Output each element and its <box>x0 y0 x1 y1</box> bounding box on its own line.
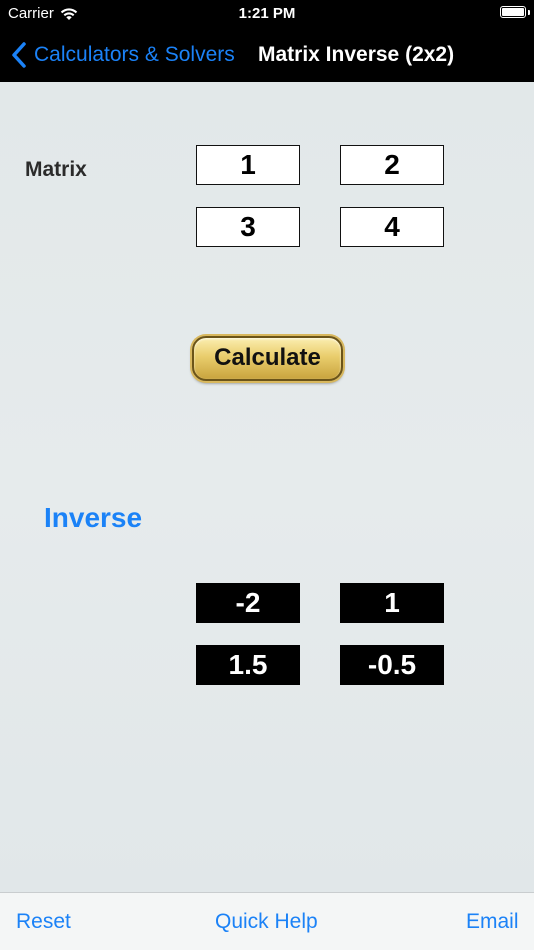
inverse-cell-b21: 1.5 <box>196 645 300 685</box>
back-button[interactable]: Calculators & Solvers <box>10 28 235 82</box>
battery-fill <box>502 8 524 16</box>
quick-help-button[interactable]: Quick Help <box>215 893 318 950</box>
status-bar: Carrier 1:21 PM <box>0 0 534 28</box>
inverse-cell-b12: 1 <box>340 583 444 623</box>
calculate-button[interactable]: Calculate <box>192 336 343 381</box>
top-bar: Carrier 1:21 PM Calculators & Solvers Ma… <box>0 0 534 82</box>
battery-icon <box>500 6 526 18</box>
inverse-label: Inverse <box>44 502 143 533</box>
matrix-cell-a12[interactable] <box>340 145 444 185</box>
screen: Carrier 1:21 PM Calculators & Solvers Ma… <box>0 0 534 950</box>
back-button-label: Calculators & Solvers <box>34 43 235 66</box>
battery-nub <box>528 10 530 15</box>
matrix-label: Matrix <box>25 158 87 181</box>
page-title: Matrix Inverse (2x2) <box>258 43 455 66</box>
matrix-cell-a22[interactable] <box>340 207 444 247</box>
status-time: 1:21 PM <box>238 5 296 22</box>
reset-button[interactable]: Reset <box>16 893 71 950</box>
matrix-cell-a11[interactable] <box>196 145 300 185</box>
inverse-cell-b22: -0.5 <box>340 645 444 685</box>
matrix-cell-a21[interactable] <box>196 207 300 247</box>
chevron-left-icon <box>12 42 26 68</box>
content-area: Matrix Calculate Inverse -2 1 1.5 -0.5 <box>0 82 534 892</box>
email-button[interactable]: Email <box>466 893 519 950</box>
navigation-bar: Calculators & Solvers Matrix Inverse (2x… <box>0 28 534 82</box>
inverse-cell-b11: -2 <box>196 583 300 623</box>
bottom-toolbar: Reset Quick Help Email <box>0 892 534 950</box>
